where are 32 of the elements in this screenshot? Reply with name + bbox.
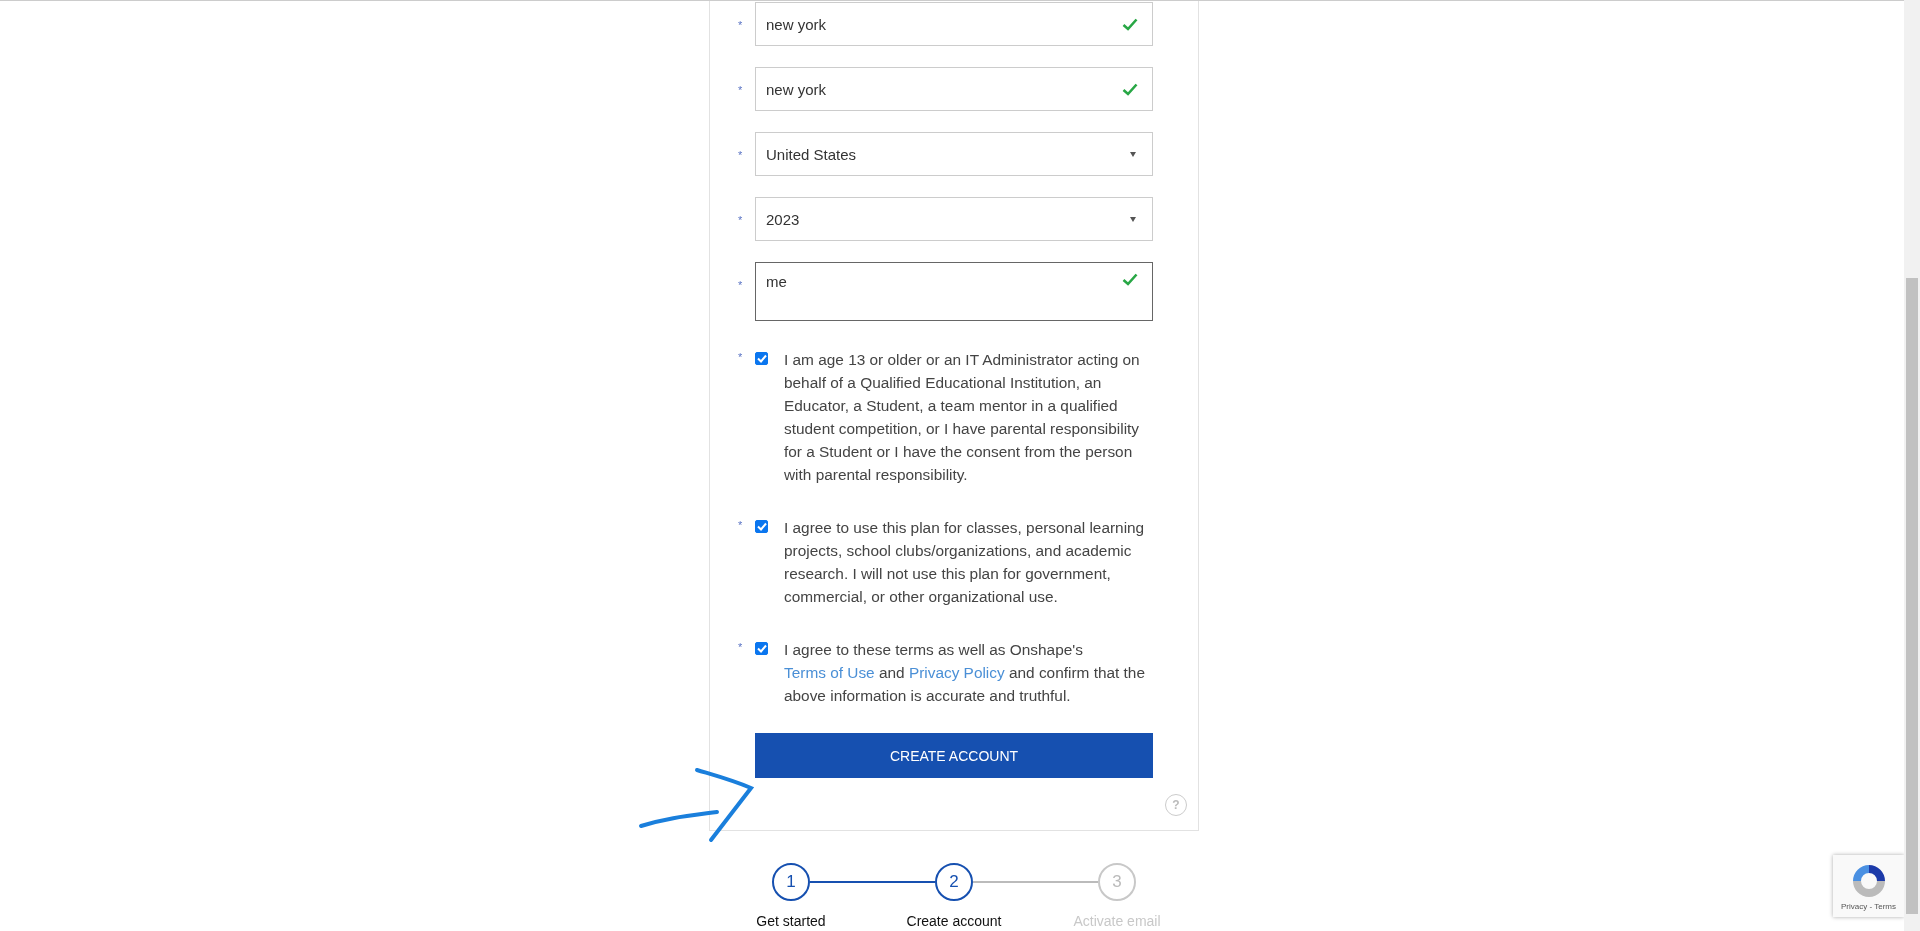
required-marker: *	[738, 351, 744, 363]
step-label: Create account	[906, 913, 1002, 929]
create-account-button[interactable]: CREATE ACCOUNT	[755, 733, 1153, 778]
agreement-text: I agree to these terms as well as Onshape's Terms of Use and Privacy Policy and confirm that the above information is accurate and truthful.	[784, 640, 1146, 706]
select-field[interactable]: 2023	[755, 197, 1153, 241]
step-number: 2	[935, 863, 973, 901]
privacy-terms-links[interactable]: Privacy - Terms	[1841, 901, 1896, 911]
required-marker: *	[738, 641, 744, 653]
checkbox[interactable]	[755, 352, 768, 365]
required-marker: *	[738, 19, 744, 31]
required-marker: *	[738, 214, 744, 226]
caret-icon	[1130, 151, 1136, 157]
terms-link[interactable]: Privacy Policy	[908, 664, 1005, 681]
caret-icon	[1130, 216, 1136, 222]
agreement-text: I am age 13 or older or an IT Administrator acting on behalf of a Qualified Educational Institution, an Educator, a Student, a team mentor in a qualified student competition, or I have parental responsibility for a Student or I have the consent from the person with parental responsibility.	[784, 350, 1141, 485]
input-field[interactable]: new york	[755, 67, 1153, 111]
step-number: 3	[1098, 863, 1136, 901]
step-label: Get started	[756, 913, 826, 929]
step-number: 1	[772, 863, 810, 901]
select-field[interactable]: United States	[755, 132, 1153, 176]
text-area[interactable]: me	[755, 262, 1153, 321]
required-marker: *	[738, 519, 744, 531]
agreement-text: I agree to use this plan for classes, personal learning projects, school clubs/organizations, and academic research. I will not use this plan for government, commercial, or other organizational use.	[784, 518, 1146, 607]
checkbox[interactable]	[755, 520, 768, 533]
required-marker: *	[738, 279, 744, 291]
input-field[interactable]: new york	[755, 2, 1153, 46]
checkbox[interactable]	[755, 642, 768, 655]
terms-link[interactable]: Terms of Use	[784, 664, 875, 681]
scrollbar-thumb[interactable]	[1906, 278, 1918, 914]
required-marker: *	[738, 149, 744, 161]
required-marker: *	[738, 84, 744, 96]
recaptcha-badge[interactable]: Privacy - Terms	[1833, 855, 1904, 917]
